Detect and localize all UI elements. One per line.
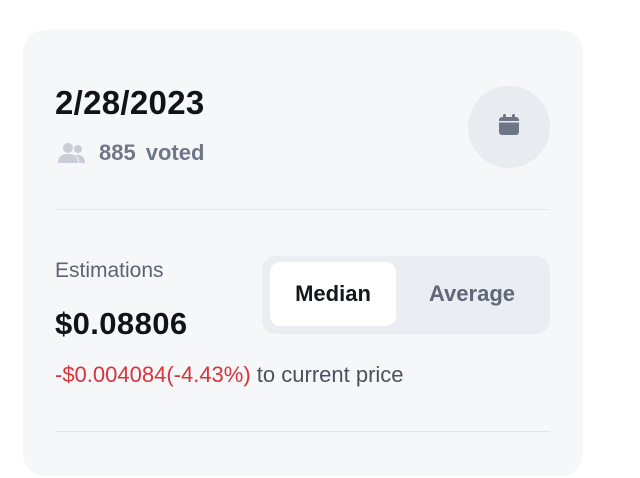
calendar-button[interactable] bbox=[468, 86, 550, 168]
votes-count: 885 bbox=[99, 140, 136, 165]
estimations-label: Estimations bbox=[55, 259, 164, 282]
people-icon bbox=[57, 142, 89, 164]
estimation-date: 2/28/2023 bbox=[55, 84, 205, 121]
votes-label: voted bbox=[145, 140, 205, 165]
median-average-toggle: Median Average bbox=[262, 256, 550, 334]
price-difference: -$0.004084(-4.43%) to current price bbox=[55, 361, 404, 389]
price-difference-suffix: to current price bbox=[250, 362, 404, 387]
votes-summary: 885 voted bbox=[57, 138, 204, 168]
estimated-price: $0.08806 bbox=[55, 306, 188, 341]
average-toggle-button[interactable]: Average bbox=[402, 262, 542, 326]
estimation-card: 2/28/2023 885 voted Estimations $0.08806 bbox=[23, 30, 583, 476]
divider-bottom bbox=[56, 431, 550, 432]
divider-top bbox=[56, 209, 550, 210]
median-toggle-button[interactable]: Median bbox=[270, 262, 396, 326]
calendar-icon bbox=[495, 111, 523, 144]
price-difference-value: -$0.004084(-4.43%) bbox=[55, 362, 251, 387]
